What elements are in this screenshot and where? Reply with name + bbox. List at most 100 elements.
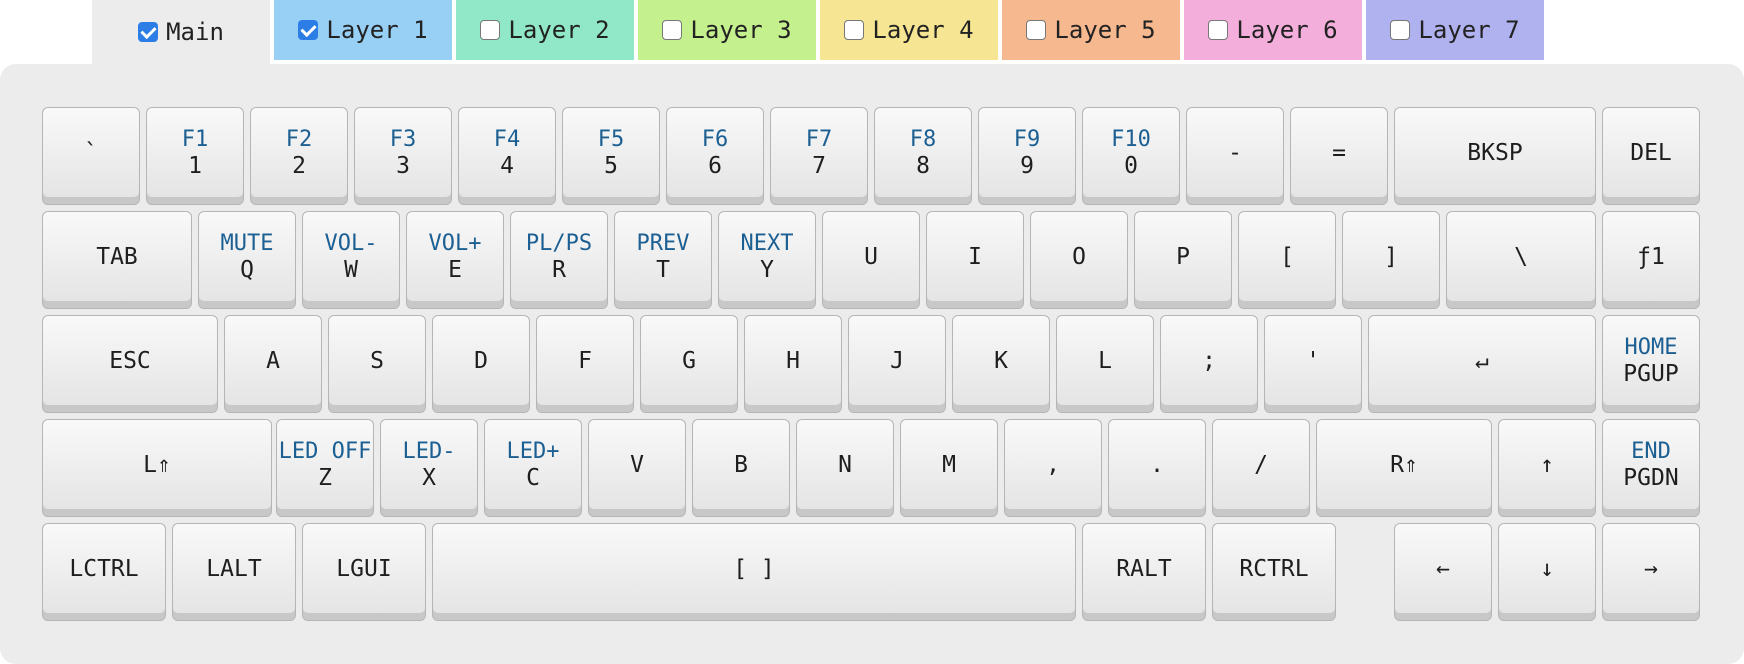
tab-layer-6-checkbox[interactable] [1208,20,1229,40]
key-6[interactable]: F6 6 [666,107,764,205]
key-down[interactable]: ↓ [1498,523,1596,621]
tab-layer-7-checkbox[interactable] [1390,20,1411,40]
key-pgdn[interactable]: END PGDN [1602,419,1700,517]
tab-main[interactable]: Main [92,0,270,64]
tab-layer-3[interactable]: Layer 3 [638,0,816,60]
key-5[interactable]: F5 5 [562,107,660,205]
key-j[interactable]: J [848,315,946,413]
key-semicolon[interactable]: ; [1160,315,1258,413]
tab-layer-1-checkbox[interactable] [298,20,319,40]
key-label: / [1254,451,1268,478]
tab-main-checkbox[interactable] [138,22,159,42]
key-g[interactable]: G [640,315,738,413]
tab-label: Layer 2 [508,16,610,44]
tab-label: Layer 1 [326,16,428,44]
key-left[interactable]: ← [1394,523,1492,621]
key-layer-label: VOL- [324,230,378,256]
key-label: 5 [604,152,618,179]
tab-layer-3-checkbox[interactable] [662,20,683,40]
key-right[interactable]: → [1602,523,1700,621]
key-backtick[interactable]: ` [42,107,140,205]
key-lalt[interactable]: LALT [172,523,296,621]
key-lgui[interactable]: LGUI [302,523,426,621]
key-9[interactable]: F9 9 [978,107,1076,205]
key-label: ↓ [1540,555,1554,582]
key-p[interactable]: P [1134,211,1232,309]
key-rctrl[interactable]: RCTRL [1212,523,1336,621]
key-backslash[interactable]: \ [1446,211,1596,309]
key-y[interactable]: NEXT Y [718,211,816,309]
tab-layer-5-checkbox[interactable] [1026,20,1047,40]
key-lshift[interactable]: L⇑ [42,419,272,517]
tab-layer-7[interactable]: Layer 7 [1366,0,1544,60]
key-label: ƒ1 [1637,243,1665,270]
key-8[interactable]: F8 8 [874,107,972,205]
key-label: \ [1514,243,1528,270]
tab-layer-6[interactable]: Layer 6 [1184,0,1362,60]
key-minus[interactable]: - [1186,107,1284,205]
key-equals[interactable]: = [1290,107,1388,205]
key-label: 0 [1124,152,1138,179]
key-bksp[interactable]: BKSP [1394,107,1596,205]
key-space[interactable]: [ ] [432,523,1076,621]
key-1[interactable]: F1 1 [146,107,244,205]
key-label: 4 [500,152,514,179]
key-0[interactable]: F10 0 [1082,107,1180,205]
key-2[interactable]: F2 2 [250,107,348,205]
key-l[interactable]: L [1056,315,1154,413]
key-label: A [266,347,280,374]
key-label: O [1072,243,1086,270]
key-del[interactable]: DEL [1602,107,1700,205]
key-enter[interactable]: ↵ [1368,315,1596,413]
key-e[interactable]: VOL+ E [406,211,504,309]
key-lctrl[interactable]: LCTRL [42,523,166,621]
key-4[interactable]: F4 4 [458,107,556,205]
key-slash[interactable]: / [1212,419,1310,517]
key-label: ` [84,139,98,166]
key-m[interactable]: M [900,419,998,517]
key-s[interactable]: S [328,315,426,413]
key-quote[interactable]: ' [1264,315,1362,413]
key-u[interactable]: U [822,211,920,309]
key-left-bracket[interactable]: [ [1238,211,1336,309]
key-esc[interactable]: ESC [42,315,218,413]
key-label: L⇑ [143,451,171,478]
key-pgup[interactable]: HOME PGUP [1602,315,1700,413]
key-r[interactable]: PL/PS R [510,211,608,309]
tab-layer-2[interactable]: Layer 2 [456,0,634,60]
key-t[interactable]: PREV T [614,211,712,309]
tab-layer-2-checkbox[interactable] [480,20,501,40]
key-f[interactable]: F [536,315,634,413]
tab-layer-4[interactable]: Layer 4 [820,0,998,60]
key-b[interactable]: B [692,419,790,517]
key-comma[interactable]: , [1004,419,1102,517]
key-z[interactable]: LED OFF Z [276,419,374,517]
tab-layer-5[interactable]: Layer 5 [1002,0,1180,60]
key-d[interactable]: D [432,315,530,413]
key-label: F [578,347,592,374]
key-w[interactable]: VOL- W [302,211,400,309]
key-up[interactable]: ↑ [1498,419,1596,517]
key-ralt[interactable]: RALT [1082,523,1206,621]
key-right-bracket[interactable]: ] [1342,211,1440,309]
key-rshift[interactable]: R⇑ [1316,419,1492,517]
key-n[interactable]: N [796,419,894,517]
key-v[interactable]: V [588,419,686,517]
key-h[interactable]: H [744,315,842,413]
tab-layer-4-checkbox[interactable] [844,20,865,40]
key-c[interactable]: LED+ C [484,419,582,517]
key-period[interactable]: . [1108,419,1206,517]
key-label: 2 [292,152,306,179]
key-o[interactable]: O [1030,211,1128,309]
key-layer-label: F10 [1111,126,1151,152]
key-x[interactable]: LED- X [380,419,478,517]
key-7[interactable]: F7 7 [770,107,868,205]
key-i[interactable]: I [926,211,1024,309]
key-fn1[interactable]: ƒ1 [1602,211,1700,309]
key-a[interactable]: A [224,315,322,413]
key-q[interactable]: MUTE Q [198,211,296,309]
key-3[interactable]: F3 3 [354,107,452,205]
key-k[interactable]: K [952,315,1050,413]
key-tab[interactable]: TAB [42,211,192,309]
tab-layer-1[interactable]: Layer 1 [274,0,452,60]
